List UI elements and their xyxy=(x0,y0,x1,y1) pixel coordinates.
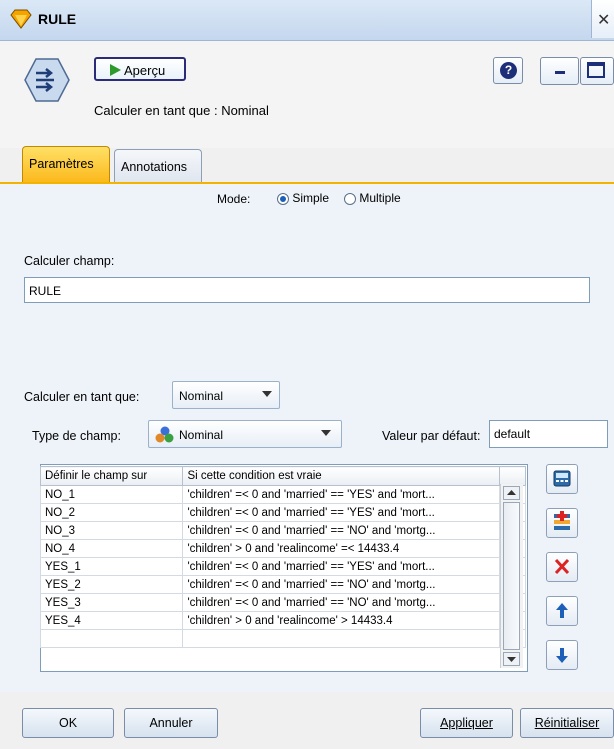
rule-node-icon xyxy=(10,9,32,29)
calculator-icon xyxy=(553,470,571,487)
scroll-down-button[interactable] xyxy=(503,652,520,666)
reset-button[interactable]: Réinitialiser xyxy=(520,708,614,738)
minimize-button[interactable] xyxy=(540,57,579,85)
preview-label: Aperçu xyxy=(124,63,166,78)
mode-multiple-option[interactable]: Multiple xyxy=(344,191,401,205)
preview-button[interactable]: Aperçu xyxy=(94,57,186,81)
compute-as-select[interactable]: Nominal xyxy=(172,381,280,409)
delete-rule-button[interactable] xyxy=(546,552,578,582)
table-cell[interactable]: 'children' =< 0 and 'married' == 'NO' an… xyxy=(182,593,501,612)
default-value-text: default xyxy=(494,427,531,441)
minimize-icon xyxy=(555,71,565,74)
scroll-up-icon xyxy=(507,490,516,495)
chevron-down-icon xyxy=(262,391,272,397)
table-cell[interactable]: YES_3 xyxy=(39,593,184,612)
mode-label: Mode: xyxy=(217,192,251,206)
mode-simple-radio[interactable] xyxy=(277,192,289,205)
derive-node-icon xyxy=(24,58,70,102)
table-header-row: Définir le champ sur Si cette condition … xyxy=(39,466,526,486)
compute-as-value: Nominal xyxy=(179,389,224,403)
expression-builder-button[interactable] xyxy=(546,464,578,494)
cancel-button[interactable]: Annuler xyxy=(124,708,218,738)
move-down-button[interactable] xyxy=(546,640,578,670)
column-header-set-field[interactable]: Définir le champ sur xyxy=(39,466,184,486)
column-header-spacer xyxy=(499,466,526,486)
table-cell[interactable]: 'children' > 0 and 'realincome' > 14433.… xyxy=(182,611,501,630)
table-row[interactable]: NO_3'children' =< 0 and 'married' == 'NO… xyxy=(39,521,526,540)
tab-annotations[interactable]: Annotations xyxy=(114,149,202,182)
add-rule-button[interactable] xyxy=(546,508,578,538)
scroll-down-icon xyxy=(507,657,516,662)
table-cell[interactable]: NO_3 xyxy=(39,521,184,540)
nominal-type-icon xyxy=(155,426,174,443)
move-up-button[interactable] xyxy=(546,596,578,626)
close-button[interactable]: ✕ xyxy=(591,0,614,38)
table-cell[interactable]: YES_1 xyxy=(39,557,184,576)
table-cell[interactable] xyxy=(182,629,501,648)
mode-simple-label: Simple xyxy=(292,191,330,205)
table-row[interactable]: YES_2'children' =< 0 and 'married' == 'N… xyxy=(39,575,526,594)
scroll-up-button[interactable] xyxy=(503,486,520,500)
field-type-label: Type de champ: xyxy=(32,429,121,443)
mode-multiple-radio[interactable] xyxy=(344,192,356,205)
table-cell[interactable]: 'children' =< 0 and 'married' == 'NO' an… xyxy=(182,575,501,594)
table-cell[interactable]: YES_2 xyxy=(39,575,184,594)
reset-label: Réinitialiser xyxy=(534,716,600,730)
table-scrollbar[interactable] xyxy=(500,484,523,668)
table-cell[interactable]: 'children' > 0 and 'realincome' =< 14433… xyxy=(182,539,501,558)
table-cell[interactable]: NO_4 xyxy=(39,539,184,558)
tab-bar: Paramètres Annotations xyxy=(0,146,614,182)
apply-label: Appliquer xyxy=(440,716,493,730)
help-button[interactable]: ? xyxy=(493,57,523,84)
table-cell[interactable]: NO_2 xyxy=(39,503,184,522)
chevron-down-icon xyxy=(321,430,331,436)
dialog-window: RULE ✕ Aperçu ? Calculer en tant que : N… xyxy=(0,0,614,749)
insert-row-icon xyxy=(554,511,570,530)
tab-parametres[interactable]: Paramètres xyxy=(22,146,110,182)
table-cell[interactable]: YES_4 xyxy=(39,611,184,630)
title-bar: RULE ✕ xyxy=(0,0,614,41)
mode-multiple-label: Multiple xyxy=(359,191,401,205)
table-row[interactable]: YES_1'children' =< 0 and 'married' == 'Y… xyxy=(39,557,526,576)
maximize-icon xyxy=(587,62,605,78)
table-row[interactable]: YES_3'children' =< 0 and 'married' == 'N… xyxy=(39,593,526,612)
ok-button[interactable]: OK xyxy=(22,708,114,738)
mode-simple-option[interactable]: Simple xyxy=(277,191,329,205)
table-row[interactable]: NO_1'children' =< 0 and 'married' == 'YE… xyxy=(39,485,526,504)
compute-field-input[interactable]: RULE xyxy=(24,277,590,303)
arrow-down-icon xyxy=(556,648,568,663)
field-type-select[interactable]: Nominal xyxy=(148,420,342,448)
rules-table: Définir le champ sur Si cette condition … xyxy=(39,466,526,648)
close-icon: ✕ xyxy=(597,12,611,29)
table-cell[interactable]: NO_1 xyxy=(39,485,184,504)
default-value-label: Valeur par défaut: xyxy=(382,429,481,443)
table-cell[interactable]: 'children' =< 0 and 'married' == 'NO' an… xyxy=(182,521,501,540)
compute-as-label: Calculer en tant que: xyxy=(24,390,140,404)
table-cell[interactable]: 'children' =< 0 and 'married' == 'YES' a… xyxy=(182,485,501,504)
table-cell[interactable]: 'children' =< 0 and 'married' == 'YES' a… xyxy=(182,503,501,522)
table-row[interactable]: NO_2'children' =< 0 and 'married' == 'YE… xyxy=(39,503,526,522)
arrow-up-icon xyxy=(556,603,568,618)
apply-button[interactable]: Appliquer xyxy=(420,708,513,738)
table-cell[interactable] xyxy=(39,629,184,648)
table-row[interactable]: NO_4'children' > 0 and 'realincome' =< 1… xyxy=(39,539,526,558)
default-value-input[interactable]: default xyxy=(489,420,608,448)
scroll-thumb[interactable] xyxy=(503,502,520,650)
window-title: RULE xyxy=(38,11,77,27)
help-icon: ? xyxy=(500,62,517,79)
field-type-value: Nominal xyxy=(179,428,224,442)
compute-field-label: Calculer champ: xyxy=(24,254,115,268)
delete-icon xyxy=(554,558,570,575)
column-header-condition[interactable]: Si cette condition est vraie xyxy=(182,466,501,486)
compute-field-value: RULE xyxy=(29,284,62,298)
maximize-button[interactable] xyxy=(580,57,614,85)
table-row-empty[interactable] xyxy=(39,629,526,648)
table-row[interactable]: YES_4'children' > 0 and 'realincome' > 1… xyxy=(39,611,526,630)
play-icon xyxy=(110,64,121,76)
compute-as-summary: Calculer en tant que : Nominal xyxy=(94,103,269,118)
table-cell[interactable]: 'children' =< 0 and 'married' == 'YES' a… xyxy=(182,557,501,576)
